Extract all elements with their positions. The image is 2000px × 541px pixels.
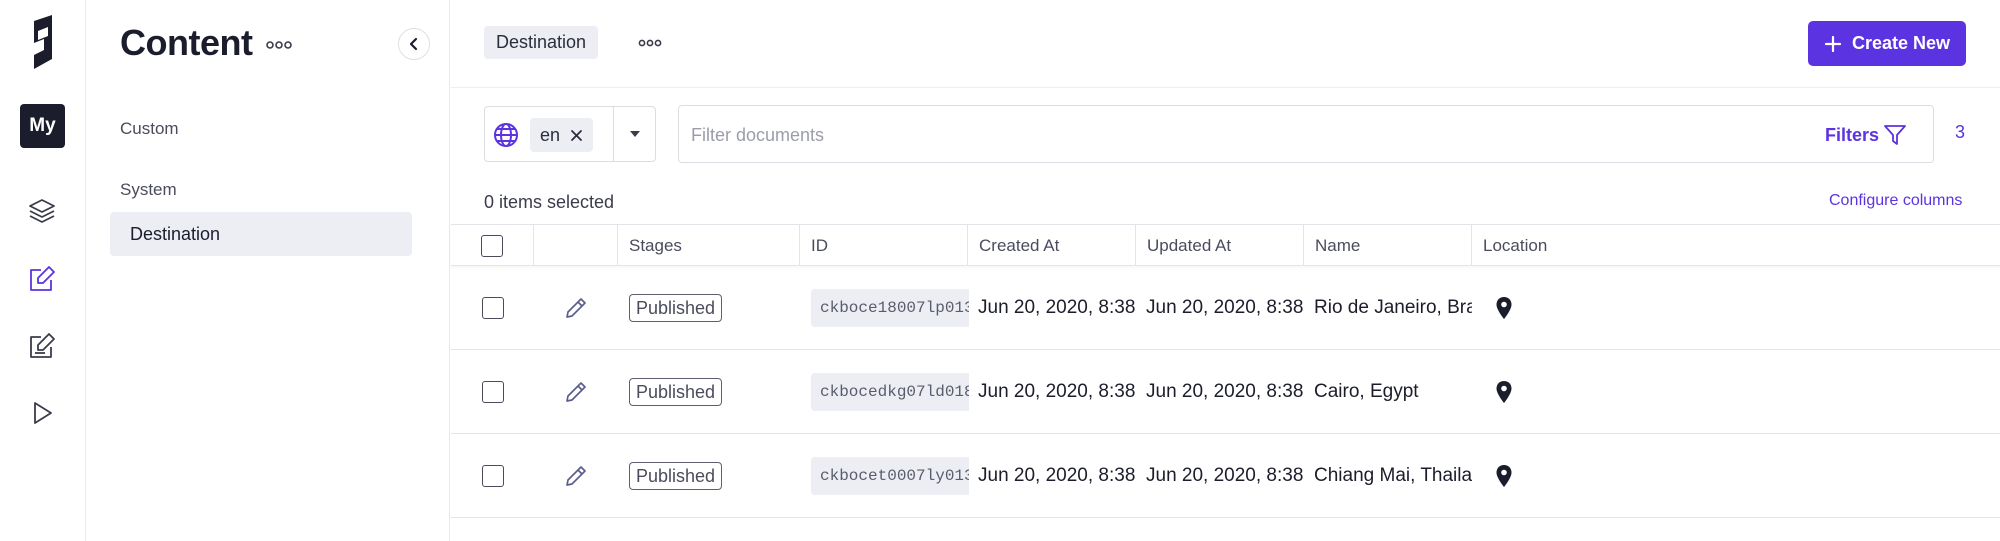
column-header-created-at[interactable]: Created At	[968, 225, 1136, 266]
sidebar-title: Content	[120, 22, 253, 63]
location-cell	[1495, 434, 1535, 517]
row-edit-cell	[534, 266, 618, 349]
id-cell: ckbocet0007ly013	[811, 434, 969, 517]
id-cell: ckboce18007lp013	[811, 266, 969, 349]
name-cell: Rio de Janeiro, Bra	[1314, 296, 1472, 318]
rail-schema-button[interactable]	[25, 194, 59, 228]
sidebar-group-system[interactable]: System	[120, 180, 177, 200]
table-row[interactable]: Published ckbocedkg07ld018 Jun 20, 2020,…	[451, 350, 2000, 434]
entry-id[interactable]: ckboce18007lp013	[811, 288, 969, 327]
more-options-icon[interactable]	[265, 38, 293, 52]
pencil-icon	[566, 297, 586, 318]
app-rail: My	[0, 0, 86, 541]
rail-api-playground-button[interactable]	[25, 396, 59, 430]
map-pin-icon	[1496, 464, 1512, 487]
updated-at-cell: Jun 20, 2020, 8:38	[1146, 296, 1304, 318]
edit-entry-button[interactable]	[564, 380, 588, 404]
filters-label: Filters	[1824, 124, 1879, 145]
entry-id[interactable]: ckbocet0007ly013	[811, 456, 969, 495]
location-button[interactable]	[1495, 380, 1513, 404]
caret-down-icon	[630, 131, 640, 137]
locale-chip[interactable]: en	[530, 118, 594, 152]
row-checkbox[interactable]	[481, 296, 504, 319]
row-select-cell	[451, 266, 534, 349]
locale-chip-label: en	[540, 124, 561, 145]
row-select-cell	[451, 350, 534, 433]
table-header: Stages ID Created At Updated At Name Loc…	[451, 224, 2000, 266]
pencil-icon	[566, 381, 586, 402]
column-header-stages[interactable]: Stages	[618, 225, 800, 266]
filter-documents-input[interactable]	[691, 120, 1551, 150]
funnel-icon	[1884, 125, 1906, 145]
table-row[interactable]: Published ckboce18007lp013 Jun 20, 2020,…	[451, 266, 2000, 350]
row-checkbox[interactable]	[481, 380, 504, 403]
rail-editorial-button[interactable]	[25, 329, 59, 363]
edit-entry-button[interactable]	[564, 296, 588, 320]
select-all-cell	[451, 225, 534, 266]
plus-icon	[1824, 35, 1842, 52]
play-icon	[34, 402, 52, 424]
created-at-cell: Jun 20, 2020, 8:38	[978, 464, 1136, 486]
row-edit-cell	[534, 350, 618, 433]
more-options-icon[interactable]	[637, 36, 663, 50]
name-cell: Chiang Mai, Thaila	[1314, 464, 1472, 486]
row-select-cell	[451, 434, 534, 517]
main-header: Destination Create New	[451, 0, 2000, 88]
filters-button[interactable]: Filters	[1825, 120, 1907, 150]
locale-selector[interactable]: en	[484, 106, 656, 162]
header-actions	[534, 225, 618, 266]
globe-icon	[494, 123, 518, 147]
edit-square-icon	[30, 333, 55, 358]
chevron-left-icon	[409, 37, 418, 51]
stage-cell: Published	[629, 434, 799, 517]
edit-square-icon	[30, 266, 55, 291]
id-cell: ckbocedkg07ld018	[811, 350, 969, 433]
project-avatar[interactable]: My	[20, 104, 65, 148]
created-at-cell: Jun 20, 2020, 8:38	[978, 380, 1136, 402]
name-cell: Cairo, Egypt	[1314, 380, 1419, 402]
model-tag[interactable]: Destination	[484, 26, 599, 59]
location-button[interactable]	[1495, 464, 1513, 488]
select-all-checkbox[interactable]	[481, 234, 503, 257]
location-button[interactable]	[1495, 296, 1513, 320]
table-row[interactable]: Published ckbocet0007ly013 Jun 20, 2020,…	[451, 434, 2000, 518]
row-edit-cell	[534, 434, 618, 517]
logo-icon[interactable]	[26, 15, 60, 69]
configure-columns-link[interactable]: Configure columns	[1829, 192, 1962, 210]
updated-at-cell: Jun 20, 2020, 8:38	[1146, 464, 1304, 486]
stage-cell: Published	[629, 266, 799, 349]
pencil-icon	[566, 465, 586, 486]
layers-icon	[29, 199, 55, 223]
stage-badge: Published	[629, 377, 723, 406]
column-header-updated-at[interactable]: Updated At	[1136, 225, 1304, 266]
column-header-id[interactable]: ID	[800, 225, 968, 266]
entry-id[interactable]: ckbocedkg07ld018	[811, 372, 969, 411]
main-content: Destination Create New en Filter documen…	[451, 0, 2000, 541]
locale-dropdown-button[interactable]	[614, 107, 656, 161]
row-checkbox[interactable]	[481, 464, 504, 487]
create-new-button[interactable]: Create New	[1808, 21, 1966, 66]
stage-cell: Published	[629, 350, 799, 433]
map-pin-icon	[1496, 380, 1512, 403]
edit-entry-button[interactable]	[564, 464, 588, 488]
create-new-label: Create New	[1851, 33, 1951, 53]
sidebar-group-custom[interactable]: Custom	[120, 119, 179, 139]
column-header-name[interactable]: Name	[1304, 225, 1472, 266]
sidebar-item-destination[interactable]: Destination	[110, 212, 412, 256]
location-cell	[1495, 266, 1535, 349]
location-cell	[1495, 350, 1535, 433]
updated-at-cell: Jun 20, 2020, 8:38	[1146, 380, 1304, 402]
created-at-cell: Jun 20, 2020, 8:38	[978, 296, 1136, 318]
column-header-location[interactable]: Location	[1472, 225, 2000, 266]
filter-bar: Filters	[678, 105, 1934, 163]
result-count: 3	[1955, 122, 1966, 142]
content-sidebar: Content Custom System Destination	[87, 0, 450, 541]
stage-badge: Published	[629, 293, 723, 322]
rail-content-button[interactable]	[25, 262, 59, 296]
stage-badge: Published	[629, 461, 723, 490]
selection-status: 0 items selected	[484, 192, 615, 212]
close-icon[interactable]	[570, 129, 583, 142]
collapse-sidebar-button[interactable]	[398, 28, 430, 60]
map-pin-icon	[1496, 296, 1512, 319]
